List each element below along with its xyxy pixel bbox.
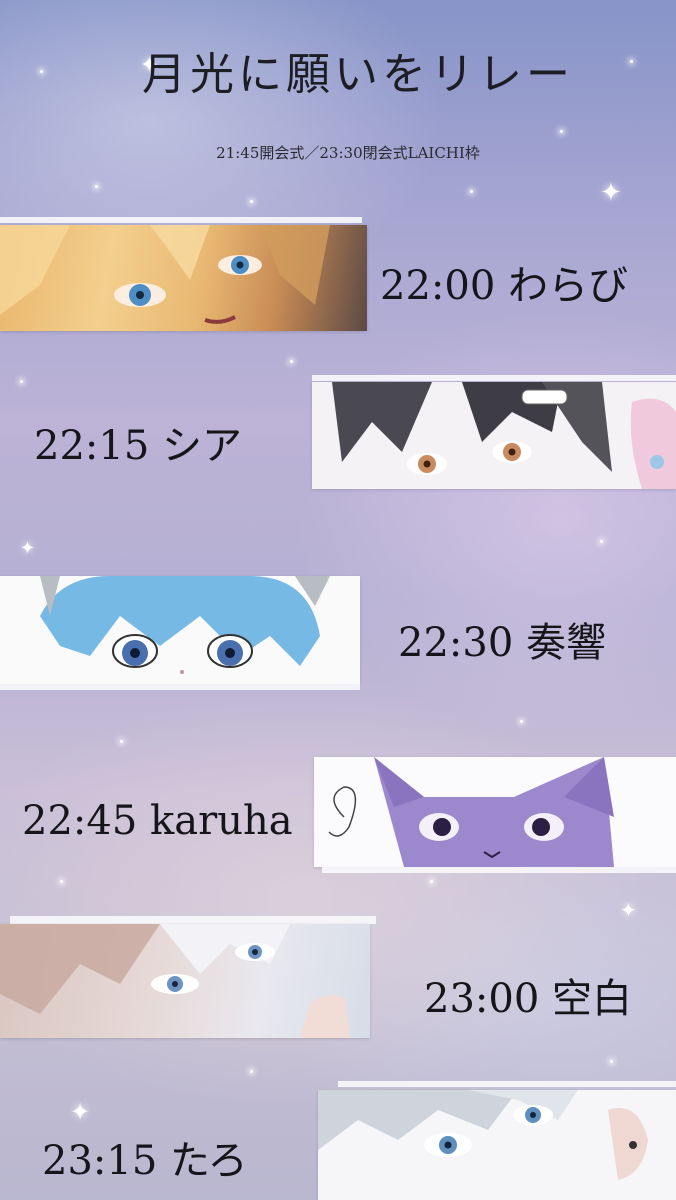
time-label-3: 22:30 奏響	[398, 620, 606, 666]
avatar-shia	[312, 382, 676, 489]
avatar-taro	[318, 1090, 676, 1200]
avatar-warabi	[0, 225, 367, 331]
time-label-1: 22:00 わらび	[380, 263, 628, 309]
avatar-kanade	[0, 576, 360, 684]
avatar-karuha	[314, 757, 676, 867]
time-label-5: 23:00 空白	[424, 976, 632, 1022]
avatar-kuhaku	[0, 924, 370, 1038]
time-label-2: 22:15 シア	[34, 423, 242, 469]
event-subtitle: 21:45開会式／23:30閉会式LAICHI枠	[216, 144, 480, 162]
time-label-4: 22:45 karuha	[22, 798, 293, 844]
page-title: 月光に願いをリレー	[142, 49, 574, 100]
time-label-6: 23:15 たろ	[42, 1138, 248, 1184]
